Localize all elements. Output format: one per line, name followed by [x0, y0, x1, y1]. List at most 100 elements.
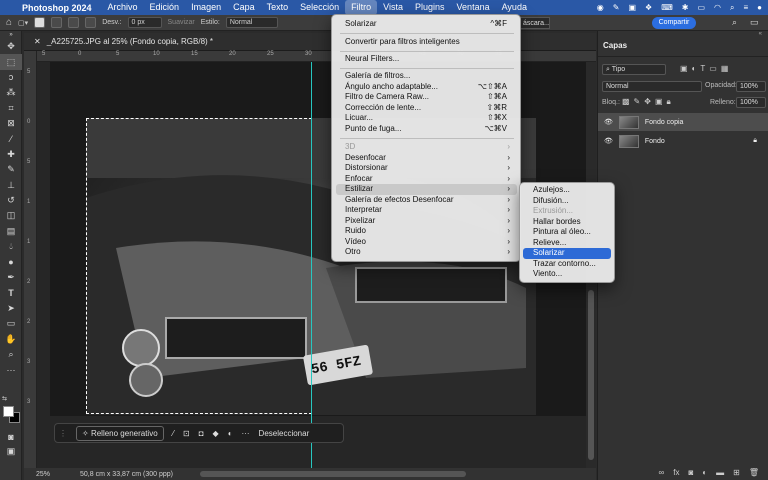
menu-ayuda[interactable]: Ayuda: [496, 0, 533, 15]
close-icon[interactable]: ✕: [34, 37, 41, 46]
menu-item-other[interactable]: Otro ›: [336, 247, 517, 258]
submenu-item-trace-contour[interactable]: Trazar contorno...: [523, 259, 611, 270]
adjustment-layer-icon[interactable]: ◐: [702, 468, 707, 477]
menu-item-noise[interactable]: Ruido ›: [336, 226, 517, 237]
app-name[interactable]: Photoshop 2024: [22, 3, 92, 13]
extension-icon[interactable]: ✎: [613, 3, 620, 12]
workspace-icon[interactable]: ▭: [750, 17, 759, 28]
marquee-tool-icon[interactable]: ⬚: [0, 54, 22, 70]
modify-selection-icon[interactable]: ⁄: [173, 429, 174, 438]
more-tools-icon[interactable]: ···: [0, 362, 22, 377]
user-icon[interactable]: ●: [757, 3, 762, 12]
vertical-scroll-thumb[interactable]: [588, 290, 594, 460]
generative-fill-button[interactable]: ✧ Relleno generativo: [76, 425, 164, 441]
menu-plugins[interactable]: Plugins: [409, 0, 451, 15]
fill-icon[interactable]: ◆: [213, 429, 219, 438]
menu-item-last-filter[interactable]: Solarizar ^⌘F: [336, 19, 517, 30]
document-info[interactable]: 50,8 cm x 33,87 cm (300 ppp): [80, 471, 173, 478]
foreground-color-swatch[interactable]: [3, 406, 14, 417]
more-options-icon[interactable]: ···: [242, 429, 250, 438]
adjustment-icon[interactable]: ◐: [228, 429, 233, 438]
bluetooth-icon[interactable]: ✱: [682, 3, 689, 12]
search-icon[interactable]: ⌕: [730, 3, 734, 13]
history-brush-tool-icon[interactable]: ↺: [0, 193, 22, 208]
vertical-ruler[interactable]: 5 0 5 1 1 2 2 3 3: [24, 51, 37, 468]
lasso-tool-icon[interactable]: ↄ: [0, 70, 22, 85]
trash-icon[interactable]: 🗑︎: [749, 468, 759, 477]
submenu-item-diffuse[interactable]: Difusión...: [523, 196, 611, 207]
dodge-tool-icon[interactable]: ●: [0, 254, 22, 269]
gradient-tool-icon[interactable]: ▤: [0, 224, 22, 239]
opacity-input[interactable]: 100%: [736, 81, 766, 92]
zoom-level[interactable]: 25%: [36, 471, 50, 478]
new-layer-icon[interactable]: ⊞: [733, 468, 740, 477]
menu-item-filter-gallery[interactable]: Galería de filtros...: [336, 71, 517, 82]
lock-icons[interactable]: ▩✎✥▣🔒︎: [622, 97, 675, 107]
zoom-tool-icon[interactable]: ⌕: [0, 347, 22, 362]
path-selection-tool-icon[interactable]: ➤: [0, 301, 22, 316]
blur-tool-icon[interactable]: 💧︎: [0, 239, 22, 254]
subtract-selection-button[interactable]: [68, 17, 80, 28]
menu-item-liquify[interactable]: Licuar... ⇧⌘X: [336, 113, 517, 124]
collapse-icon[interactable]: »: [0, 31, 22, 39]
intersect-selection-button[interactable]: [85, 17, 97, 28]
crop-tool-icon[interactable]: ⌗: [0, 101, 22, 116]
menu-archivo[interactable]: Archivo: [102, 0, 144, 15]
wifi-icon[interactable]: ◠: [714, 3, 721, 12]
menu-texto[interactable]: Texto: [261, 0, 295, 15]
transform-selection-icon[interactable]: ⊡: [183, 429, 190, 438]
layer-row[interactable]: 👁︎ Fondo 🔒︎: [598, 132, 768, 150]
deselect-button[interactable]: Deseleccionar: [259, 429, 310, 438]
healing-brush-tool-icon[interactable]: ✚: [0, 147, 22, 162]
stamp-tool-icon[interactable]: ⊥: [0, 178, 22, 193]
rectangle-tool-icon[interactable]: ▭: [0, 316, 22, 331]
mask-icon[interactable]: ◘: [199, 429, 204, 438]
new-selection-button[interactable]: [34, 17, 46, 28]
menu-item-smart-filters[interactable]: Convertir para filtros inteligentes: [336, 37, 517, 48]
screen-mode-icon[interactable]: ▣: [0, 444, 22, 459]
menu-capa[interactable]: Capa: [227, 0, 261, 15]
hand-tool-icon[interactable]: ✋: [0, 331, 22, 346]
layer-name[interactable]: Fondo copia: [645, 119, 684, 126]
menu-edicion[interactable]: Edición: [144, 0, 186, 15]
menu-item-blur-gallery[interactable]: Galería de efectos Desenfocar ›: [336, 195, 517, 206]
menu-item-distort[interactable]: Distorsionar ›: [336, 163, 517, 174]
menu-filtro[interactable]: Filtro: [345, 0, 378, 15]
menu-item-pixelate[interactable]: Pixelizar ›: [336, 216, 517, 227]
antialias-checkbox[interactable]: Suavizar: [168, 19, 195, 26]
panel-title[interactable]: Capas: [598, 41, 768, 57]
control-center-icon[interactable]: ≡: [743, 3, 748, 12]
fill-input[interactable]: 100%: [736, 97, 766, 108]
panel-collapse-icon[interactable]: «: [759, 31, 762, 37]
add-selection-button[interactable]: [51, 17, 63, 28]
add-mask-icon[interactable]: ◙: [688, 468, 693, 477]
menu-item-stylize[interactable]: Estilizar ›: [336, 184, 517, 195]
drag-handle-icon[interactable]: ⋮: [59, 429, 67, 438]
menu-item-blur[interactable]: Desenfocar ›: [336, 153, 517, 164]
submenu-item-emboss[interactable]: Relieve...: [523, 238, 611, 249]
layer-kind-filter[interactable]: ⌕ Tipo: [602, 64, 666, 75]
menu-item-lens-correction[interactable]: Corrección de lente... ⇧⌘R: [336, 103, 517, 114]
brush-tool-icon[interactable]: ✎: [0, 162, 22, 177]
window-icon[interactable]: ▣: [628, 3, 636, 12]
quick-mask-icon[interactable]: ◙: [0, 429, 22, 444]
submenu-item-wind[interactable]: Viento...: [523, 269, 611, 280]
dropbox-icon[interactable]: ❖: [645, 3, 652, 12]
pen-tool-icon[interactable]: ✒: [0, 270, 22, 285]
layer-name[interactable]: Fondo: [645, 138, 665, 145]
menu-item-video[interactable]: Vídeo ›: [336, 237, 517, 248]
select-and-mask-button[interactable]: áscara...: [520, 17, 550, 29]
menu-item-render[interactable]: Interpretar ›: [336, 205, 517, 216]
visibility-eye-icon[interactable]: 👁︎: [604, 118, 613, 126]
submenu-item-oil-paint[interactable]: Pintura al óleo...: [523, 227, 611, 238]
menu-item-vanishing-point[interactable]: Punto de fuga... ⌥⌘V: [336, 124, 517, 135]
layer-row[interactable]: 👁︎ Fondo copia: [598, 113, 768, 131]
link-icon[interactable]: ∞: [659, 468, 665, 477]
menu-item-neural-filters[interactable]: Neural Filters...: [336, 54, 517, 65]
swap-colors-icon[interactable]: ⇆: [2, 395, 7, 402]
menu-ventana[interactable]: Ventana: [451, 0, 496, 15]
type-tool-icon[interactable]: T: [0, 285, 22, 300]
submenu-item-tiles[interactable]: Azulejos...: [523, 185, 611, 196]
guide-line[interactable]: [311, 62, 312, 468]
battery-icon[interactable]: ▭: [697, 3, 705, 12]
